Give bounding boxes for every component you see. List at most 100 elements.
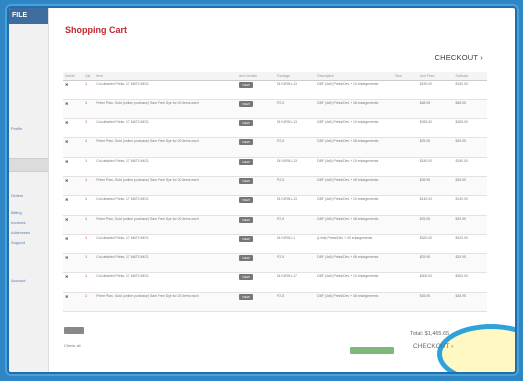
checkout-label: CHECKOUT › — [434, 53, 483, 62]
item-name: Cut-detailed Prints, 17 MAT3 IMG1 — [96, 274, 149, 279]
delete-icon[interactable]: ✖ — [65, 217, 68, 222]
item-details[interactable]: VIEW — [239, 139, 253, 146]
item-details[interactable]: VIEW — [239, 293, 253, 300]
item-description: (Limit) Prints/Dev + 40 enlargements — [317, 235, 373, 240]
package-code: P2-5 — [276, 139, 285, 144]
delete-icon[interactable]: ✖ — [65, 274, 68, 279]
qty-value[interactable]: 1 — [85, 178, 87, 182]
checkout-link-top[interactable]: CHECKOUT › — [434, 53, 483, 62]
unit-price: $25.95 — [419, 255, 431, 260]
sidebar-item-billing[interactable]: Billing — [11, 210, 22, 215]
qty-value[interactable]: 1 — [85, 101, 87, 105]
col-description: Description — [315, 72, 394, 81]
qty-value[interactable]: 1 — [85, 294, 87, 298]
item-details[interactable]: VIEW — [239, 81, 253, 88]
item-description: DBF (4x6) Prints/Dev + 10 enlargements — [317, 158, 379, 163]
package-code: P2-5 — [276, 293, 285, 298]
delete-icon[interactable]: ✖ — [65, 255, 68, 260]
unit-price: $140.00 — [419, 197, 433, 202]
item-name: Cut-detailed Prints, 17 MAT3 IMG1 — [96, 197, 149, 202]
item-details[interactable]: VIEW — [239, 177, 253, 184]
delete-icon[interactable]: ✖ — [65, 101, 68, 106]
item-details[interactable]: VIEW — [239, 255, 253, 262]
check-all-link[interactable]: Check all — [64, 343, 80, 348]
package-code: DLY4RN1-17 — [276, 274, 297, 279]
delete-icon[interactable]: ✖ — [65, 236, 68, 241]
unit-price: $320.00 — [419, 235, 433, 240]
row-subtotal: $150.00 — [455, 158, 468, 163]
unit-price: $35.95 — [419, 293, 431, 298]
qty-value[interactable]: 1 — [85, 139, 87, 143]
qty-value[interactable]: 1 — [85, 159, 87, 163]
item-details[interactable]: VIEW — [239, 216, 253, 223]
checkout-button-bottom[interactable]: CHECKOUT › — [413, 343, 453, 350]
table-row: ✖ 1 Cut-detailed Prints, 17 MAT3 IMG1 VIEW D… — [63, 234, 487, 255]
update-cart-button[interactable] — [64, 327, 84, 334]
item-description: DBF (4x6) Prints/Dev + 48 enlargements — [317, 293, 379, 298]
row-subtotal: $320.00 — [455, 235, 468, 240]
delete-icon[interactable]: ✖ — [65, 159, 68, 164]
delete-icon[interactable]: ✖ — [65, 139, 68, 144]
item-details[interactable]: VIEW — [239, 274, 253, 281]
package-code: DLY4RN1-13 — [276, 158, 297, 163]
delete-icon[interactable]: ✖ — [65, 178, 68, 183]
qty-value[interactable]: 1 — [85, 217, 87, 221]
col-item-details: Item Details — [237, 72, 275, 81]
table-row: ✖ 1 Prime Plan, Gold (online purchase) Sam… — [63, 215, 487, 235]
continue-shopping-button[interactable] — [350, 347, 394, 354]
cart-rows: ✖ 1 Cut-detailed Prints, 17 MAT3 IMG1 VIEW D… — [63, 80, 487, 313]
table-row: ✖ 1 Prime Plan, Gold (online purchase) Sam… — [63, 99, 487, 120]
package-code: P2-5 — [276, 216, 285, 221]
delete-icon[interactable]: ✖ — [65, 120, 68, 125]
unit-price: $150.00 — [419, 158, 433, 163]
qty-value[interactable]: 1 — [85, 82, 87, 86]
table-row: ✖ 1 Cut-detailed Prints, 17 MAT3 IMG1 VIEW D… — [63, 118, 487, 139]
package-code: P2-5 — [276, 255, 285, 260]
qty-value[interactable]: 1 — [85, 236, 87, 240]
table-row: ✖ 1 Cut-detailed Prints, 17 MAT3 IMG1 VIEW D… — [63, 272, 487, 293]
row-subtotal: $25.95 — [455, 216, 466, 221]
unit-price: $25.95 — [419, 139, 431, 144]
item-name: Prime Plan, Gold (online purchase) Sam F… — [96, 100, 199, 105]
qty-value[interactable]: 1 — [85, 120, 87, 124]
row-subtotal: $140.00 — [455, 197, 468, 202]
item-details[interactable]: VIEW — [239, 158, 253, 165]
sidebar-item-profile[interactable]: Profile — [11, 126, 22, 131]
item-details[interactable]: VIEW — [239, 197, 253, 204]
qty-value[interactable]: 1 — [85, 274, 87, 278]
row-subtotal: $68.95 — [455, 100, 466, 105]
item-details[interactable]: VIEW — [239, 100, 253, 107]
package-code: DLY4RN1-13 — [276, 197, 297, 202]
unit-price: $35.95 — [419, 177, 431, 182]
package-code: DLY4RN1-1 — [276, 235, 295, 240]
col-subtotal: Subtotal — [453, 72, 487, 81]
col-delete: Delete — [63, 72, 84, 81]
item-details[interactable]: VIEW — [239, 120, 253, 127]
item-name: Prime Plan, Gold (online purchase) Sam F… — [96, 139, 199, 144]
item-name: Prime Plan, Gold (online purchase) Sam F… — [96, 177, 199, 182]
checkout-label-bottom: CHECKOUT › — [413, 343, 454, 350]
sidebar-item-addresses[interactable]: Addresses — [11, 230, 30, 235]
package-code: P2-5 — [276, 100, 285, 105]
item-description: DBF (4x6) Prints/Dev + 48 enlargements — [317, 177, 379, 182]
row-subtotal: $35.95 — [455, 293, 466, 298]
row-subtotal: $25.95 — [455, 139, 466, 144]
qty-value[interactable]: 1 — [85, 197, 87, 201]
item-description: DBF (4x6) Prints/Dev + 10 enlargements — [317, 81, 379, 86]
col-item: Item — [94, 72, 238, 81]
delete-icon[interactable]: ✖ — [65, 82, 68, 87]
row-subtotal: $150.00 — [455, 81, 468, 86]
sidebar-item-account[interactable]: Account — [11, 278, 25, 283]
delete-icon[interactable]: ✖ — [65, 197, 68, 202]
item-name: Cut-detailed Prints, 17 MAT3 IMG1 — [96, 158, 149, 163]
col-size: Size — [393, 72, 418, 81]
sidebar-item-invoices[interactable]: Invoices — [11, 220, 26, 225]
sidebar-item-support[interactable]: Support — [11, 240, 25, 245]
table-row: ✖ 1 Cut-detailed Prints, 17 MAT3 IMG1 VIEW D… — [63, 157, 487, 177]
table-row: ✖ 1 Prime Plan, Gold (online purchase) Sam… — [63, 176, 487, 197]
delete-icon[interactable]: ✖ — [65, 294, 68, 299]
sidebar-item-orders[interactable]: Orders — [11, 193, 23, 198]
qty-value[interactable]: 1 — [85, 255, 87, 259]
item-description: DBF (4x6) Prints/Dev + 10 enlargements — [317, 274, 379, 279]
item-details[interactable]: VIEW — [239, 235, 253, 242]
